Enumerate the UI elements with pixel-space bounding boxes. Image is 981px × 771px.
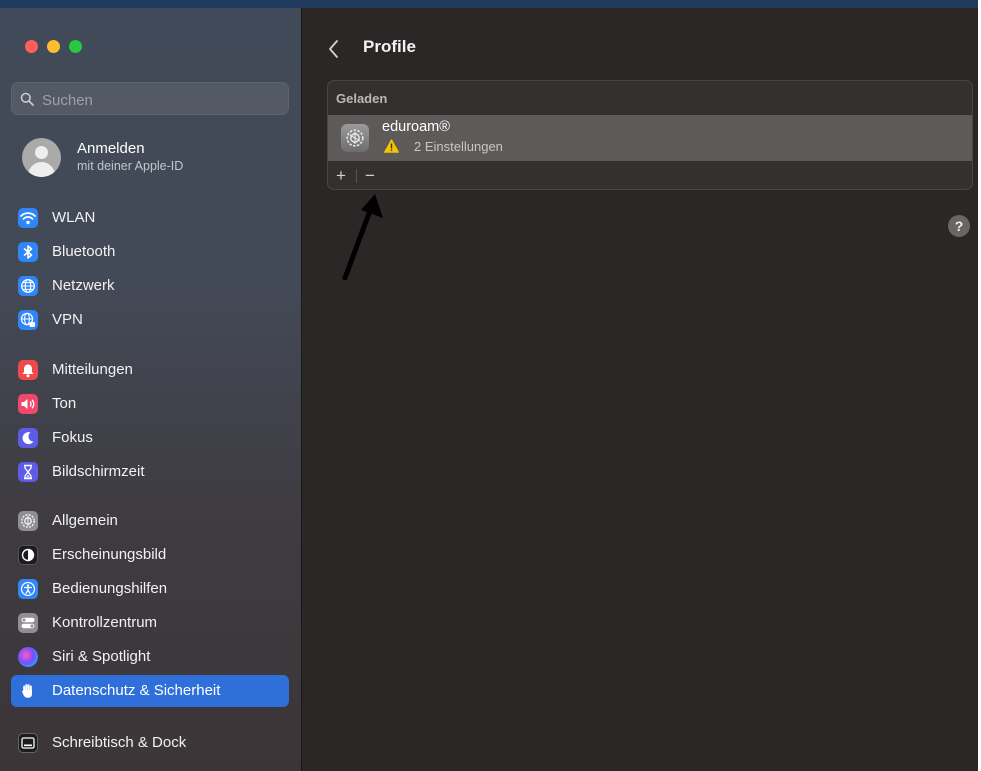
profile-row-eduroam[interactable]: eduroam® 2 Einstellungen [328, 115, 972, 161]
search-input[interactable] [40, 88, 284, 112]
globe-icon [18, 276, 38, 296]
remove-profile-button[interactable]: − [359, 164, 381, 186]
sidebar-item-label: Siri & Spotlight [52, 648, 151, 665]
vpn-globe-icon [18, 310, 38, 330]
profiles-panel: Geladen eduroam® 2 Einstellungen + − [327, 80, 973, 190]
add-profile-button[interactable]: + [330, 164, 352, 186]
profile-name: eduroam® [382, 119, 450, 135]
sidebar-item-bedienungshilfen[interactable]: Bedienungshilfen [11, 573, 289, 605]
sidebar-item-label: Schreibtisch & Dock [52, 734, 187, 751]
speaker-icon [18, 394, 38, 414]
top-edge-strip [0, 0, 978, 8]
sidebar-item-label: WLAN [52, 209, 96, 226]
sidebar-item-mitteilungen[interactable]: Mitteilungen [11, 354, 289, 386]
bell-icon [18, 360, 38, 380]
sidebar-item-datenschutz-sicherheit[interactable]: Datenschutz & Sicherheit [11, 675, 289, 707]
system-settings-window: Anmelden mit deiner Apple-ID WLAN Blueto… [0, 8, 978, 771]
zoom-window-button[interactable] [69, 40, 82, 53]
hourglass-icon [18, 462, 38, 482]
sidebar-item-label: Fokus [52, 429, 93, 446]
account-subtitle: mit deiner Apple-ID [77, 159, 184, 173]
sidebar-item-label: Kontrollzentrum [52, 614, 158, 631]
sidebar-item-label: Netzwerk [52, 277, 115, 294]
list-toolbar: + − [328, 163, 972, 189]
close-window-button[interactable] [25, 40, 38, 53]
help-button[interactable]: ? [948, 215, 970, 237]
chevron-left-icon [329, 40, 338, 58]
wifi-icon [18, 208, 38, 228]
siri-icon [18, 647, 38, 667]
accessibility-icon [18, 579, 38, 599]
gear-icon [18, 511, 38, 531]
sidebar-item-label: Ton [52, 395, 77, 412]
sidebar-item-allgemein[interactable]: Allgemein [11, 505, 289, 537]
sidebar-item-bluetooth[interactable]: Bluetooth [11, 236, 289, 268]
avatar [22, 138, 61, 177]
toolbar-divider [356, 169, 357, 183]
sidebar-item-kontrollzentrum[interactable]: Kontrollzentrum [11, 607, 289, 639]
sidebar-item-bildschirmzeit[interactable]: Bildschirmzeit [11, 456, 289, 488]
gear-icon [341, 124, 369, 152]
sidebar-item-label: Mitteilungen [52, 361, 133, 378]
sidebar-item-ton[interactable]: Ton [11, 388, 289, 420]
sidebar-item-siri-spotlight[interactable]: Siri & Spotlight [11, 641, 289, 673]
sidebar-item-label: Allgemein [52, 512, 118, 529]
sidebar-item-wlan[interactable]: WLAN [11, 202, 289, 234]
sidebar-item-label: VPN [52, 311, 83, 328]
sidebar-item-label: Bildschirmzeit [52, 463, 145, 480]
sidebar-item-label: Erscheinungsbild [52, 546, 167, 563]
toggles-icon [18, 613, 38, 633]
hand-icon [18, 681, 38, 701]
sidebar-item-label: Bedienungshilfen [52, 580, 168, 597]
search-field[interactable] [11, 82, 289, 115]
main-content: Profile Geladen eduroam® 2 Einstellungen… [302, 8, 978, 771]
sidebar-item-erscheinungsbild[interactable]: Erscheinungsbild [11, 539, 289, 571]
account-name: Anmelden [77, 140, 145, 157]
sidebar-item-label: Datenschutz & Sicherheit [52, 682, 221, 699]
sidebar: Anmelden mit deiner Apple-ID WLAN Blueto… [0, 8, 302, 771]
section-header: Geladen [336, 91, 388, 106]
profile-settings-count: 2 Einstellungen [414, 139, 503, 154]
appearance-icon [18, 545, 38, 565]
minimize-window-button[interactable] [47, 40, 60, 53]
back-button[interactable] [326, 38, 342, 60]
apple-id-signin[interactable]: Anmelden mit deiner Apple-ID [22, 136, 292, 184]
sidebar-item-label: Bluetooth [52, 243, 116, 260]
search-icon [20, 92, 34, 106]
warning-icon [384, 139, 399, 153]
dock-icon [18, 733, 38, 753]
sidebar-item-vpn[interactable]: VPN [11, 304, 289, 336]
moon-icon [18, 428, 38, 448]
annotation-arrow-icon [342, 194, 383, 280]
bluetooth-icon [18, 242, 38, 262]
sidebar-item-schreibtisch-dock[interactable]: Schreibtisch & Dock [11, 727, 289, 759]
sidebar-item-fokus[interactable]: Fokus [11, 422, 289, 454]
sidebar-item-netzwerk[interactable]: Netzwerk [11, 270, 289, 302]
page-title: Profile [363, 37, 416, 56]
